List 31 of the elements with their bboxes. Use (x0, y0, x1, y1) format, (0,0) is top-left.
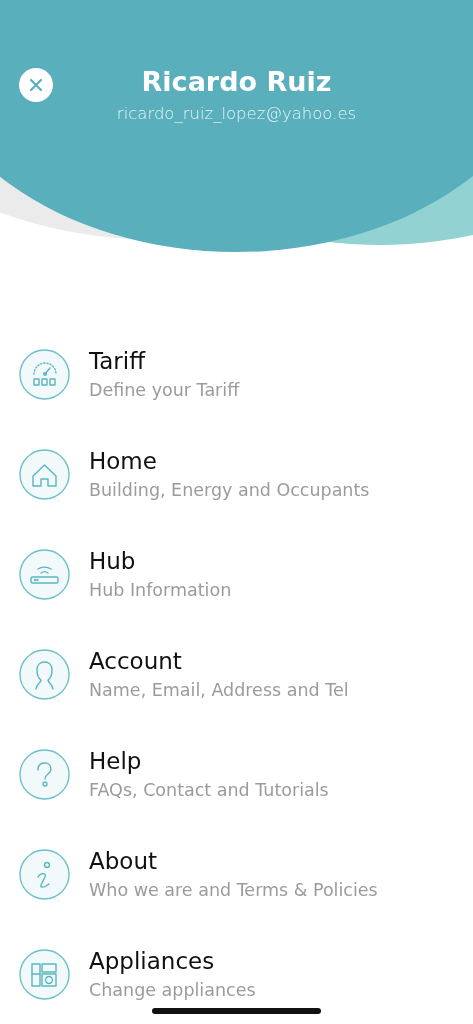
menu-item[interactable]: About Who we are and Terms & Policies (0, 824, 473, 924)
menu-item[interactable]: Help FAQs, Contact and Tutorials (0, 724, 473, 824)
menu-item[interactable]: Appliances Change appliances (0, 924, 473, 1024)
menu-item-subtitle: Define your Tariff (89, 379, 240, 402)
menu-item-title: Account (89, 647, 183, 676)
question-mark-icon (19, 748, 70, 800)
user-email: ricardo_ruiz_lopez@yahoo.es (116, 103, 357, 125)
menu-item-subtitle: FAQs, Contact and Tutorials (89, 779, 329, 802)
menu-item-subtitle: Who we are and Terms & Policies (89, 879, 378, 902)
user-name: Ricardo Ruiz (141, 65, 332, 99)
menu-item-title: Appliances (89, 947, 216, 976)
router-icon (19, 548, 70, 600)
menu-item-subtitle: Hub Information (89, 579, 232, 602)
menu-item[interactable]: Account Name, Email, Address and Tel (0, 624, 473, 724)
menu-item[interactable]: Home Building, Energy and Occupants (0, 424, 473, 524)
menu-item[interactable]: Tariff Define your Tariff (0, 324, 473, 424)
person-icon (19, 648, 70, 700)
house-icon (19, 448, 70, 500)
menu-item-subtitle: Change appliances (89, 979, 256, 1002)
menu-item-title: About (89, 847, 158, 876)
appliances-icon (19, 948, 70, 1000)
info-icon (19, 848, 70, 900)
menu-item-title: Help (89, 747, 143, 776)
close-icon (29, 78, 43, 92)
gauge-icon (19, 348, 70, 400)
menu-item-title: Home (89, 447, 158, 476)
menu-item[interactable]: Hub Hub Information (0, 524, 473, 624)
menu-item-title: Tariff (89, 347, 147, 376)
menu-item-title: Hub (89, 547, 137, 576)
menu-item-subtitle: Building, Energy and Occupants (89, 479, 370, 502)
menu-item-subtitle: Name, Email, Address and Tel (89, 679, 349, 702)
